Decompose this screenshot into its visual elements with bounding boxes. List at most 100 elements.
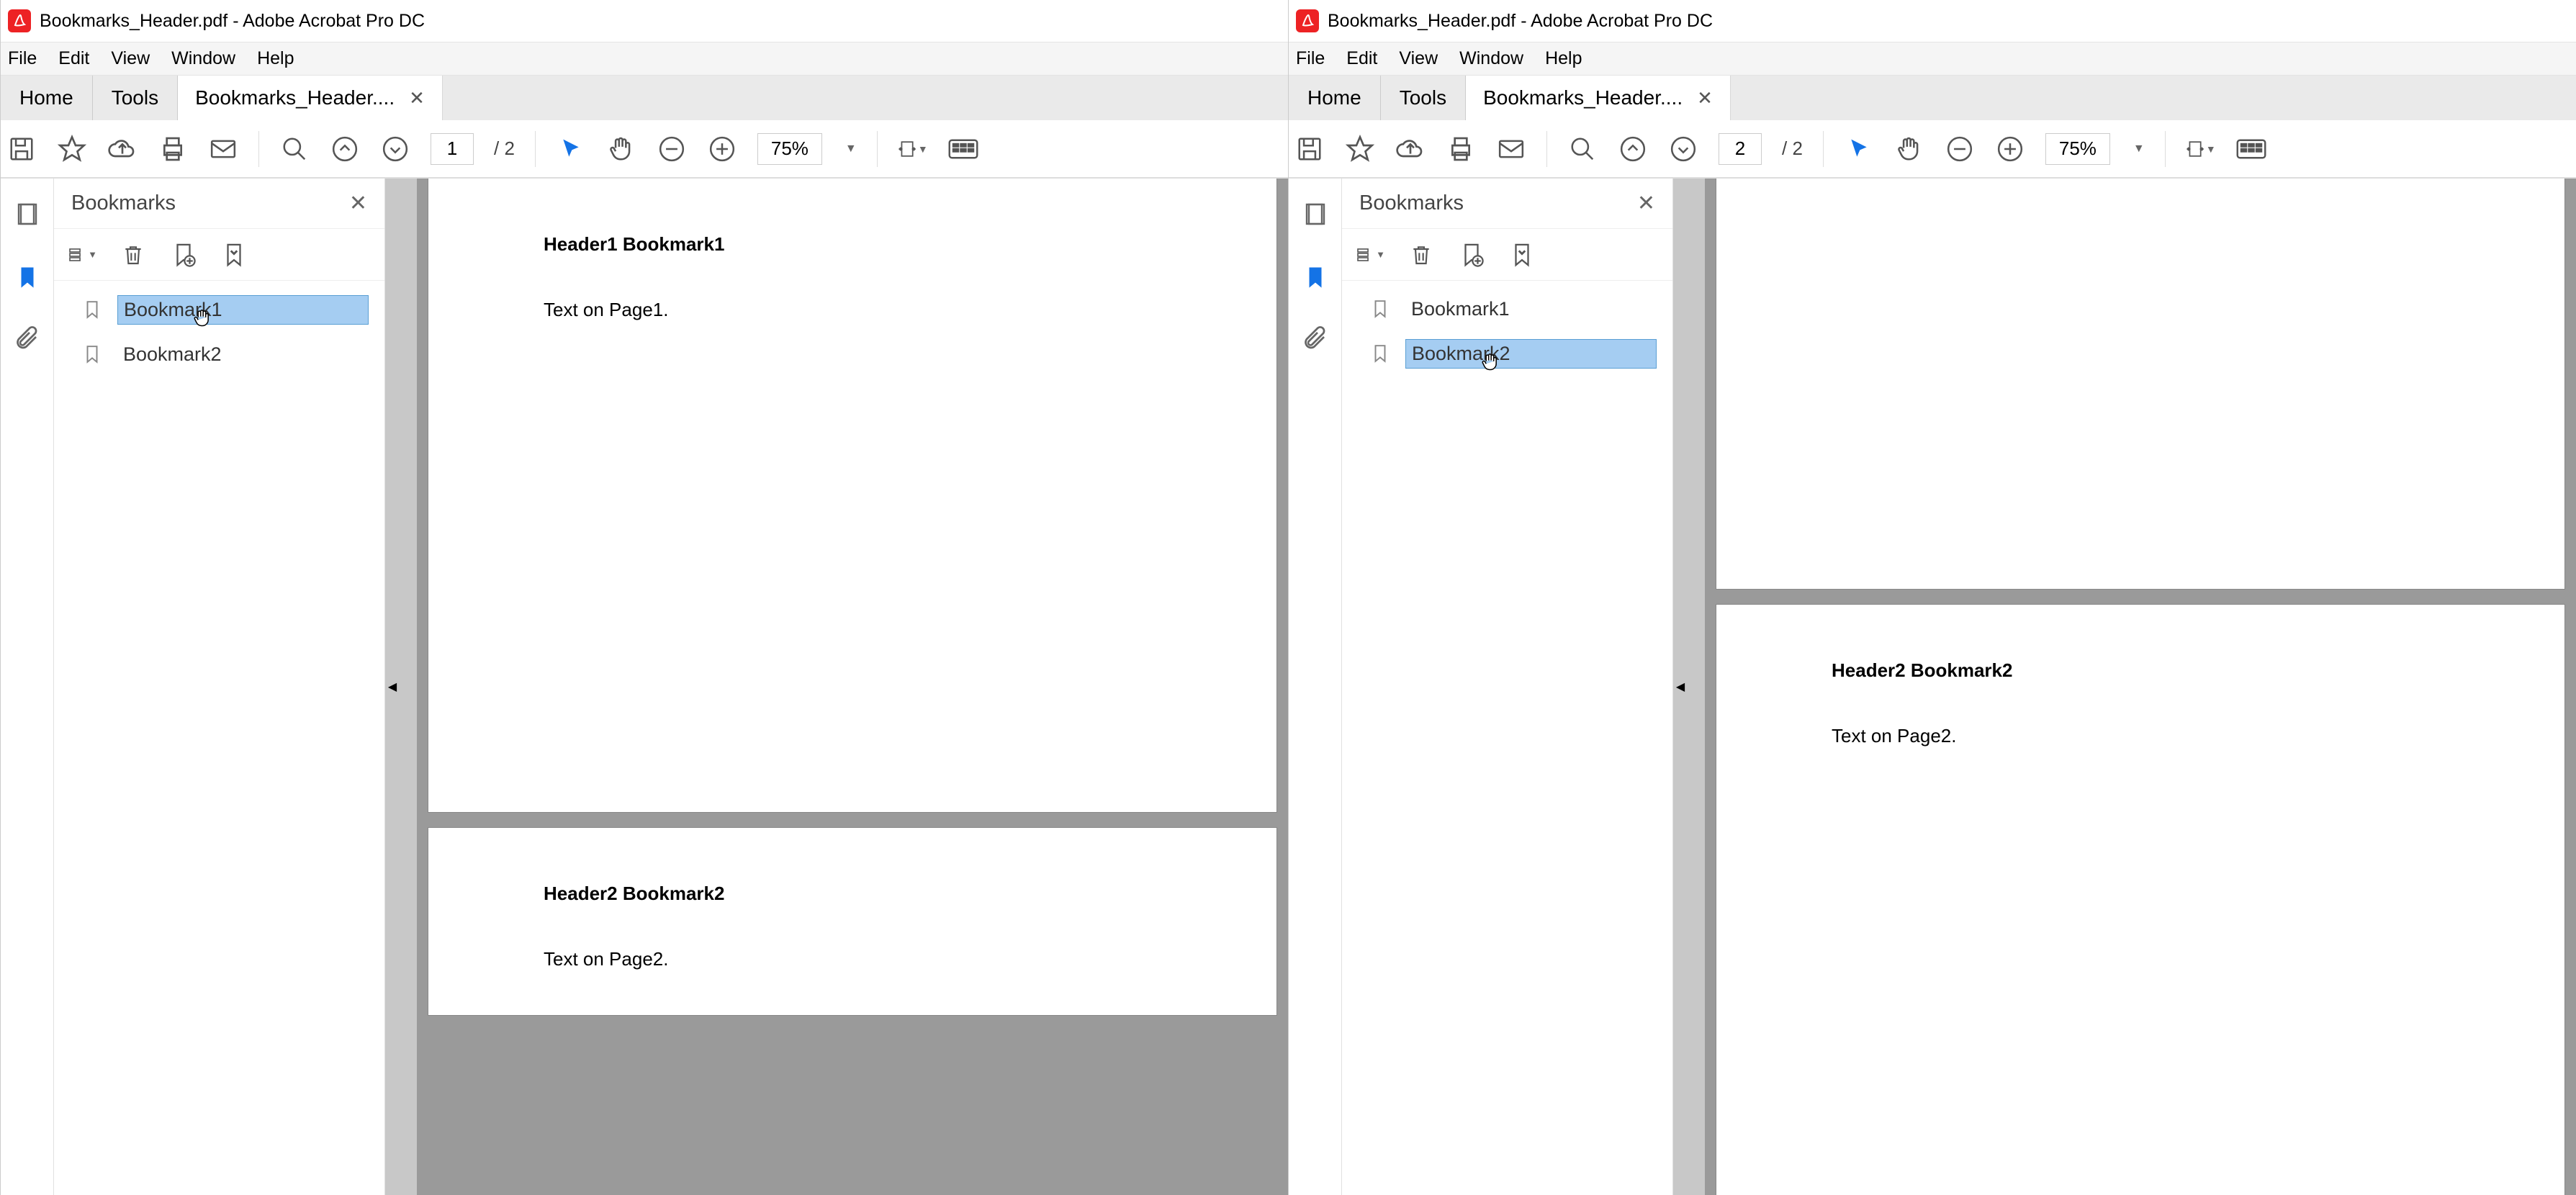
acrobat-icon [1296,9,1319,32]
menu-window[interactable]: Window [171,48,235,69]
page-down-icon[interactable] [1668,134,1698,164]
page-up-icon[interactable] [1618,134,1648,164]
attachments-tab-icon[interactable] [12,324,42,354]
tab-document-label: Bookmarks_Header.... [195,86,395,109]
collapse-panel-icon[interactable]: ◀ [1673,667,1688,707]
zoom-dropdown-icon[interactable]: ▼ [845,143,857,155]
page-down-icon[interactable] [380,134,410,164]
tab-document-label: Bookmarks_Header.... [1483,86,1683,109]
menu-edit[interactable]: Edit [1346,48,1377,69]
mail-icon[interactable] [1496,134,1526,164]
page-number-input[interactable] [431,133,474,165]
hand-tool-icon[interactable] [1894,134,1924,164]
thumbnails-tab-icon[interactable] [12,200,42,230]
zoom-in-icon[interactable] [707,134,737,164]
tab-close-icon[interactable]: ✕ [1697,87,1713,109]
print-icon[interactable] [1446,134,1476,164]
pdf-page: Header1 Bookmark1 Text on Page1. [428,179,1276,812]
pdf-page-tail [1716,179,2564,589]
document-view[interactable]: ◀ Header1 Bookmark1 Text on Page1. Heade… [385,179,1288,1195]
bookmark-item[interactable]: Bookmark1 [1351,289,1664,329]
hand-tool-icon[interactable] [606,134,636,164]
read-mode-icon[interactable] [948,134,978,164]
pdf-page: Header2 Bookmark2 Text on Page2. [428,828,1276,1015]
zoom-out-icon[interactable] [657,134,687,164]
cloud-upload-icon[interactable] [107,134,138,164]
tabbar: Home Tools Bookmarks_Header.... ✕ [1289,76,2576,120]
print-icon[interactable] [158,134,188,164]
menu-help[interactable]: Help [1545,48,1582,69]
delete-bookmark-icon[interactable] [1407,240,1436,269]
bookmarks-tab-icon[interactable] [1300,262,1330,292]
new-bookmark-icon[interactable] [169,240,198,269]
acrobat-icon [8,9,31,32]
save-icon[interactable] [6,134,37,164]
bookmark-item[interactable]: Bookmark1 [63,289,376,330]
select-tool-icon[interactable] [1844,134,1874,164]
tab-home[interactable]: Home [1,76,92,120]
menu-view[interactable]: View [111,48,150,69]
tab-home[interactable]: Home [1289,76,1380,120]
save-icon[interactable] [1294,134,1325,164]
zoom-in-icon[interactable] [1995,134,2025,164]
search-icon[interactable] [1567,134,1598,164]
page-body-text: Text on Page2. [1832,725,2449,747]
close-panel-icon[interactable]: ✕ [349,191,367,216]
menu-file[interactable]: File [8,48,37,69]
page-header-text: Header2 Bookmark2 [1832,659,2449,682]
star-icon[interactable] [1345,134,1375,164]
page-body-text: Text on Page1. [544,299,1161,321]
mail-icon[interactable] [208,134,238,164]
zoom-level-value: 75% [771,137,809,160]
bookmarks-panel: Bookmarks ✕ ▼ Bookmark1 Bookmark2 [1342,179,1673,1195]
expand-bookmark-icon[interactable] [220,240,248,269]
bookmark-options-icon[interactable]: ▼ [1356,240,1385,269]
page-header-text: Header1 Bookmark1 [544,233,1161,256]
zoom-out-icon[interactable] [1945,134,1975,164]
tab-tools[interactable]: Tools [93,76,177,120]
bookmark-icon [83,297,106,323]
cloud-upload-icon[interactable] [1395,134,1426,164]
bookmark-options-icon[interactable]: ▼ [68,240,97,269]
menu-view[interactable]: View [1399,48,1438,69]
collapse-panel-icon[interactable]: ◀ [385,667,400,707]
select-tool-icon[interactable] [556,134,586,164]
document-view[interactable]: ◀ Header2 Bookmark2 Text on Page2. [1673,179,2576,1195]
tab-close-icon[interactable]: ✕ [409,87,425,109]
page-number-input[interactable] [1719,133,1762,165]
bookmarks-tab-icon[interactable] [12,262,42,292]
tab-document[interactable]: Bookmarks_Header.... ✕ [178,76,443,120]
page-up-icon[interactable] [330,134,360,164]
attachments-tab-icon[interactable] [1300,324,1330,354]
delete-bookmark-icon[interactable] [119,240,148,269]
toolbar-divider [1546,131,1547,167]
zoom-level-field[interactable]: 75% [2045,133,2110,165]
close-panel-icon[interactable]: ✕ [1637,191,1655,216]
menubar: File Edit View Window Help [1289,42,2576,76]
left-window: Bookmarks_Header.pdf - Adobe Acrobat Pro… [0,0,1288,1195]
expand-bookmark-icon[interactable] [1508,240,1536,269]
read-mode-icon[interactable] [2236,134,2266,164]
pdf-page: Header2 Bookmark2 Text on Page2. [1716,605,2564,1195]
menu-edit[interactable]: Edit [58,48,89,69]
navigation-tabs [1289,179,1342,1195]
menu-window[interactable]: Window [1459,48,1523,69]
menu-file[interactable]: File [1296,48,1325,69]
menu-help[interactable]: Help [257,48,294,69]
bookmark-item[interactable]: Bookmark2 [63,335,376,374]
search-icon[interactable] [279,134,310,164]
fit-width-icon[interactable]: ▼ [2186,134,2216,164]
thumbnails-tab-icon[interactable] [1300,200,1330,230]
zoom-level-field[interactable]: 75% [757,133,822,165]
bookmarks-list: Bookmark1 Bookmark2 [54,281,384,1195]
fit-width-icon[interactable]: ▼ [898,134,928,164]
star-icon[interactable] [57,134,87,164]
new-bookmark-icon[interactable] [1457,240,1486,269]
bookmarks-toolbar: ▼ [54,229,384,281]
bookmarks-panel-header: Bookmarks ✕ [1342,179,1672,229]
tab-document[interactable]: Bookmarks_Header.... ✕ [1466,76,1731,120]
tab-tools[interactable]: Tools [1381,76,1465,120]
bookmark-item[interactable]: Bookmark2 [1351,333,1664,374]
zoom-dropdown-icon[interactable]: ▼ [2133,143,2145,155]
toolbar-divider [877,131,878,167]
